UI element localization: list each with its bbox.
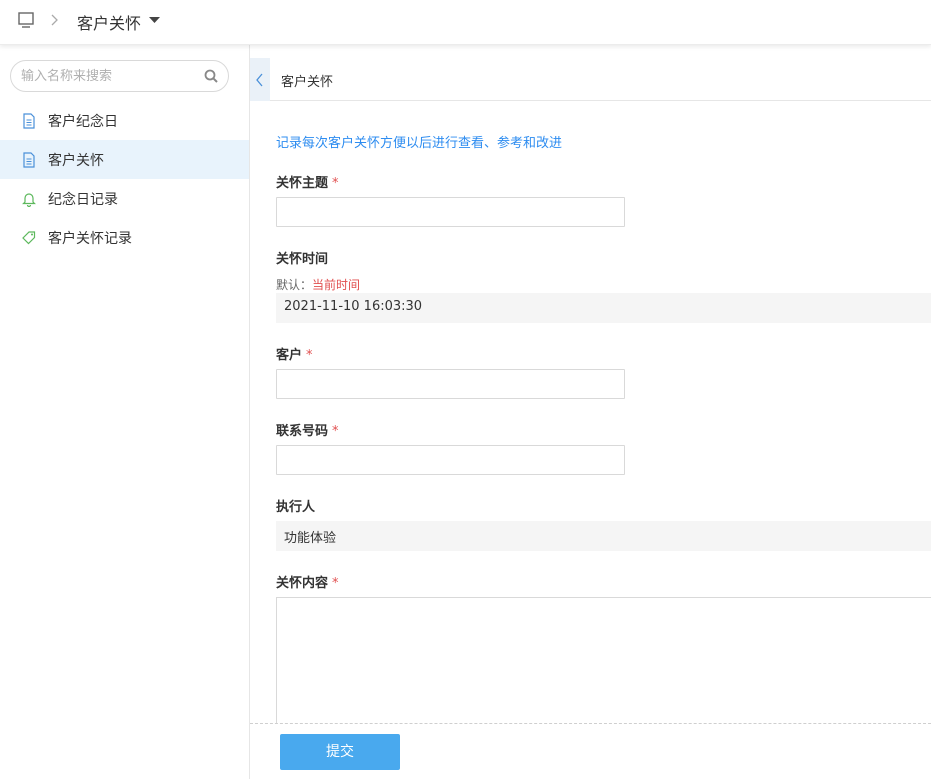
required-mark: * — [332, 576, 339, 591]
form-footer: 提交 — [250, 723, 931, 779]
sidebar-item-customer-care[interactable]: 客户关怀 — [0, 140, 249, 179]
sidebar-item-label: 纪念日记录 — [48, 192, 118, 208]
sidebar-item-care-records[interactable]: 客户关怀记录 — [0, 218, 249, 257]
time-hint-value: 当前时间 — [312, 278, 361, 292]
time-hint: 默认：当前时间 — [276, 276, 360, 293]
topic-label-text: 关怀主题 — [276, 176, 329, 191]
sidebar: 客户纪念日 客户关怀 纪念日记录 客户关怀记录 — [0, 45, 250, 779]
sidebar-item-anniversary-records[interactable]: 纪念日记录 — [0, 179, 249, 218]
content-label-text: 关怀内容 — [276, 576, 329, 591]
executor-value: 功能体验 — [276, 521, 931, 551]
required-mark: * — [332, 176, 339, 191]
chevron-right-icon — [51, 14, 58, 26]
main-content: 客户关怀 记录每次客户关怀方便以后进行查看、参考和改进 关怀主题 * 关怀时间 默… — [250, 45, 931, 779]
app-title[interactable]: 客户关怀 — [77, 10, 141, 34]
panel-header: 客户关怀 — [250, 58, 931, 101]
content-textarea[interactable] — [276, 597, 931, 727]
content-label: 关怀内容 * — [276, 572, 339, 591]
submit-button[interactable]: 提交 — [280, 734, 400, 770]
phone-label-text: 联系号码 — [276, 424, 329, 439]
sidebar-item-label: 客户关怀 — [48, 153, 104, 169]
required-mark: * — [306, 348, 313, 363]
intro-text: 记录每次客户关怀方便以后进行查看、参考和改进 — [276, 136, 563, 151]
chevron-left-icon — [256, 73, 263, 87]
bell-icon — [22, 193, 36, 207]
document-icon — [23, 113, 35, 129]
topic-label: 关怀主题 * — [276, 172, 339, 191]
monitor-icon[interactable] — [17, 11, 35, 29]
caret-down-icon[interactable] — [149, 16, 160, 24]
search-input[interactable] — [21, 66, 201, 86]
tag-icon — [22, 231, 36, 245]
sidebar-item-anniversary[interactable]: 客户纪念日 — [0, 101, 249, 140]
sidebar-item-label: 客户关怀记录 — [48, 231, 132, 247]
search-icon[interactable] — [204, 69, 218, 83]
customer-label: 客户 * — [276, 344, 313, 363]
executor-label: 执行人 — [276, 500, 316, 515]
topic-input[interactable] — [276, 197, 625, 227]
search-box — [10, 60, 229, 92]
document-icon — [23, 152, 35, 168]
customer-label-text: 客户 — [276, 348, 303, 363]
customer-input[interactable] — [276, 369, 625, 399]
top-bar: 客户关怀 — [0, 0, 931, 45]
time-label: 关怀时间 — [276, 252, 329, 267]
time-hint-prefix: 默认： — [276, 278, 313, 292]
phone-input[interactable] — [276, 445, 625, 475]
sidebar-item-label: 客户纪念日 — [48, 114, 118, 130]
panel-title: 客户关怀 — [281, 75, 334, 90]
time-value: 2021-11-10 16:03:30 — [276, 293, 931, 323]
phone-label: 联系号码 * — [276, 420, 339, 439]
required-mark: * — [332, 424, 339, 439]
collapse-sidebar-button[interactable] — [250, 58, 270, 101]
